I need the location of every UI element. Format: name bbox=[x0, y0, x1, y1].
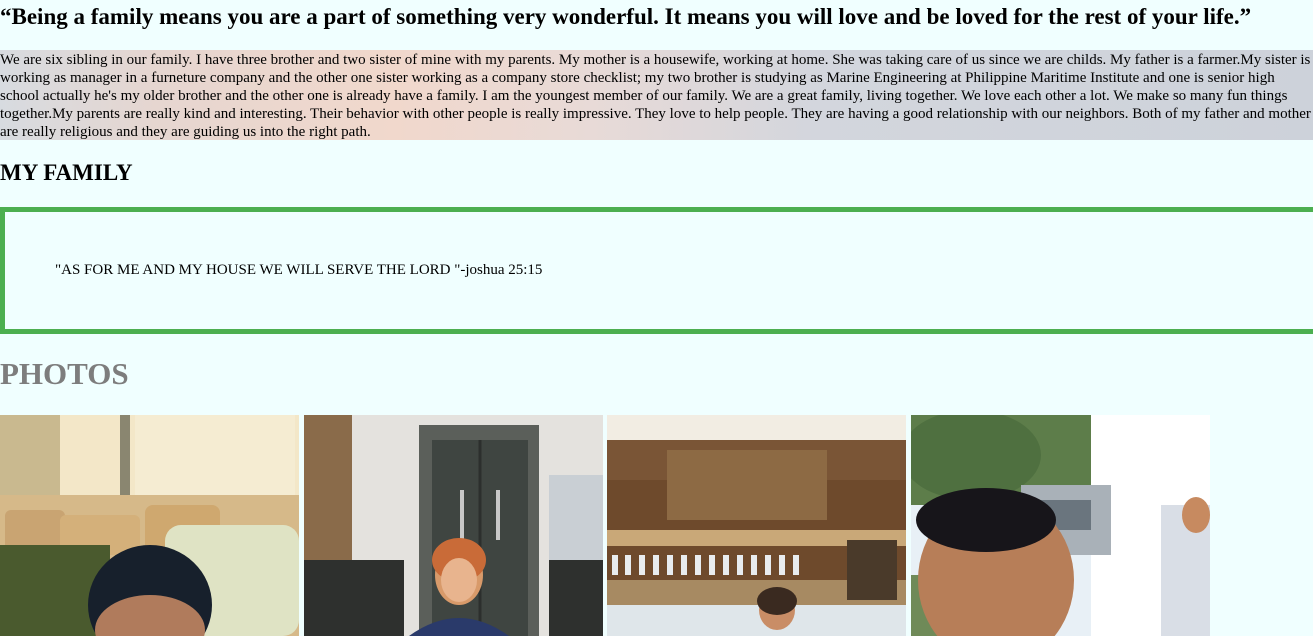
verse-text: "AS FOR ME AND MY HOUSE WE WILL SERVE TH… bbox=[55, 262, 543, 278]
intro-paragraph: We are six sibling in our family. I have… bbox=[0, 50, 1313, 140]
quote-heading: “Being a family means you are a part of … bbox=[0, 4, 1252, 29]
photo-cafe-bar bbox=[607, 415, 906, 636]
verse-box: "AS FOR ME AND MY HOUSE WE WILL SERVE TH… bbox=[0, 207, 1313, 334]
family-heading: MY FAMILY bbox=[0, 160, 133, 185]
photo-outdoor-selfie bbox=[911, 415, 1210, 636]
photo-woman-at-door bbox=[304, 415, 603, 636]
photo-bus-selfie bbox=[0, 415, 299, 636]
photos-heading: PHOTOS bbox=[0, 356, 129, 391]
